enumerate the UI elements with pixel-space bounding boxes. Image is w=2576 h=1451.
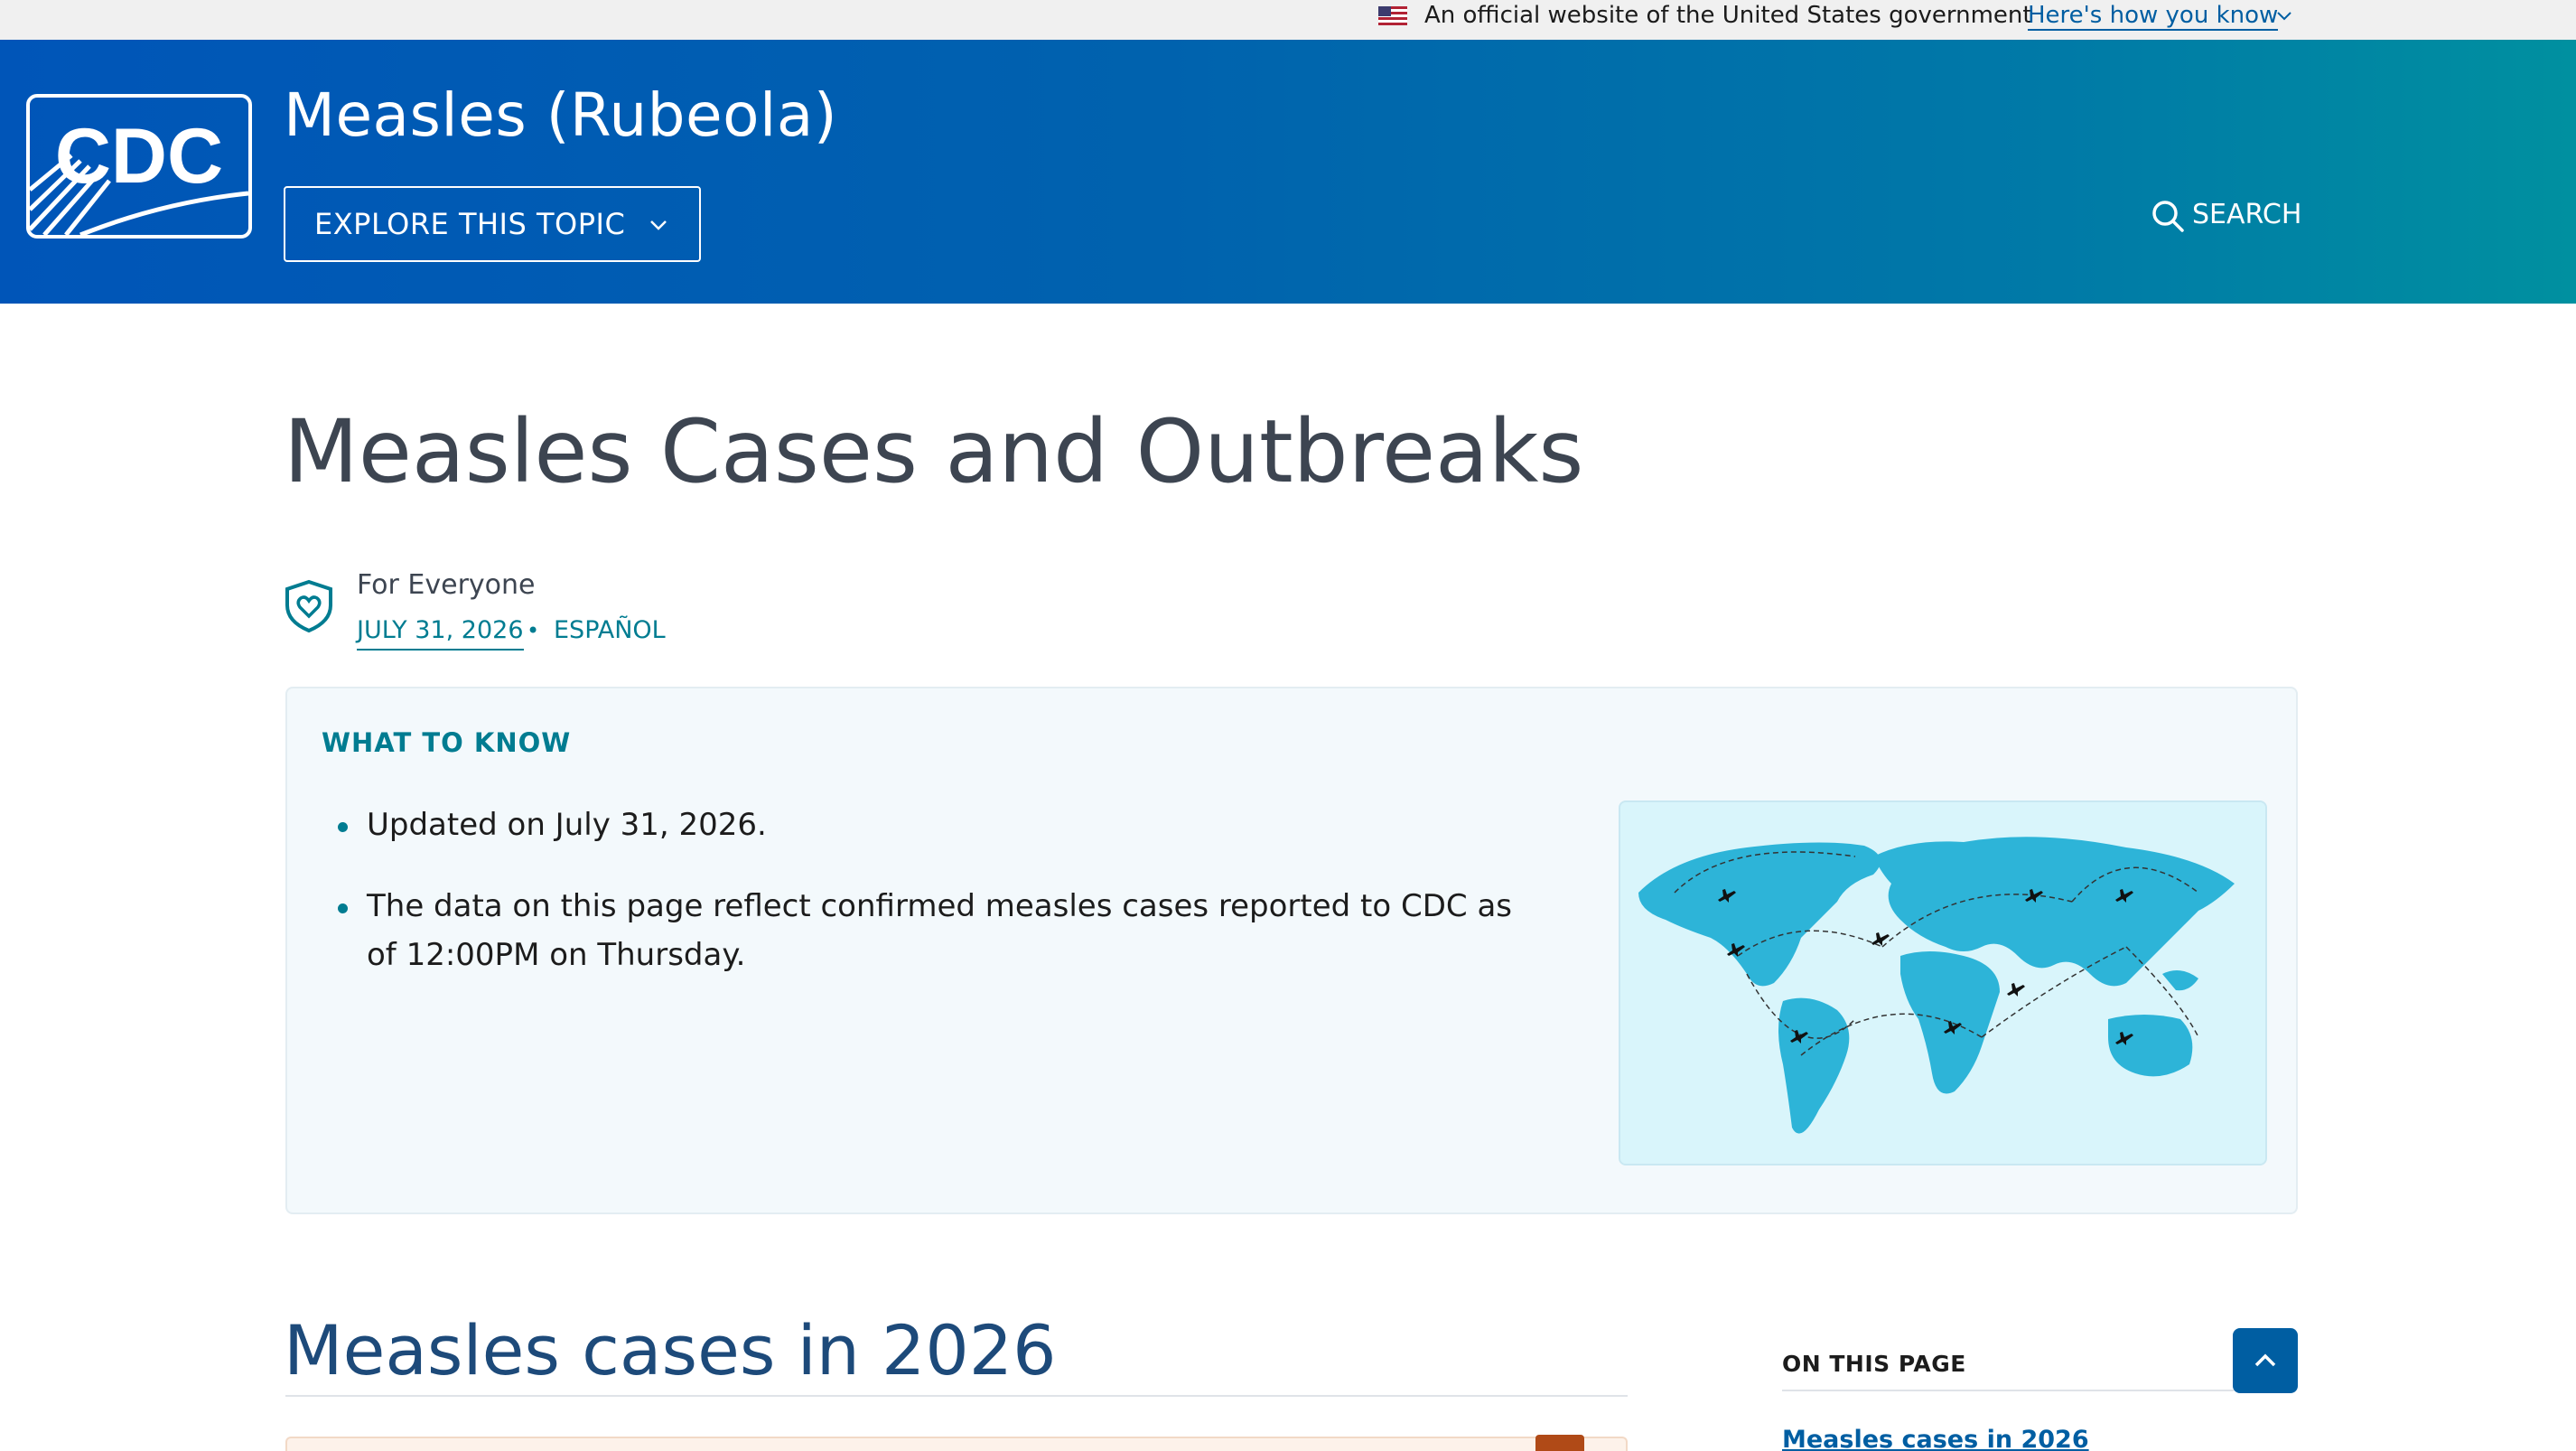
on-this-page-link[interactable]: Measles cases in 2026 (1782, 1422, 2089, 1451)
gov-banner: An official website of the United States… (0, 0, 2576, 40)
what-to-know-box: WHAT TO KNOW Updated on July 31, 2026. T… (285, 687, 2298, 1214)
cdc-logo[interactable]: CDC (26, 94, 252, 239)
date-link[interactable]: JULY 31, 2026 (357, 613, 524, 651)
audience-shield-icon (285, 579, 332, 633)
list-item: Updated on July 31, 2026. (338, 800, 1541, 849)
audience-label: For Everyone (357, 569, 536, 601)
on-this-page-title: ON THIS PAGE (1782, 1351, 1966, 1377)
explore-topic-button[interactable]: EXPLORE THIS TOPIC (284, 186, 701, 262)
back-to-top-button[interactable] (2233, 1328, 2298, 1393)
separator-dot: • (527, 618, 540, 643)
logo-text: CDC (55, 113, 223, 200)
chevron-down-icon (650, 220, 667, 230)
heres-how-you-know-link[interactable]: Here's how you know (2028, 0, 2279, 31)
site-header: CDC Measles (Rubeola) EXPLORE THIS TOPIC… (0, 40, 2576, 304)
list-item: The data on this page reflect confirmed … (338, 882, 1541, 979)
data-panel (285, 1437, 1628, 1451)
site-title[interactable]: Measles (Rubeola) (284, 80, 837, 152)
what-to-know-title: WHAT TO KNOW (322, 727, 572, 758)
search-icon (2152, 201, 2184, 232)
page-title: Measles Cases and Outbreaks (284, 401, 1584, 502)
section-heading: Measles cases in 2026 (284, 1310, 1057, 1390)
search-label: SEARCH (2192, 199, 2302, 230)
world-map-illustration (1620, 802, 2265, 1164)
on-this-page-divider (1782, 1390, 2234, 1391)
world-travel-map-image (1619, 800, 2267, 1165)
data-panel-tab[interactable] (1535, 1435, 1584, 1451)
chevron-down-icon[interactable] (2274, 5, 2294, 25)
us-flag-icon (1378, 6, 1407, 25)
explore-topic-label: EXPLORE THIS TOPIC (314, 207, 626, 241)
espanol-link[interactable]: ESPAÑOL (554, 613, 666, 651)
section-divider (285, 1395, 1628, 1397)
chevron-up-icon (2254, 1353, 2276, 1367)
official-website-text: An official website of the United States… (1424, 2, 2032, 29)
